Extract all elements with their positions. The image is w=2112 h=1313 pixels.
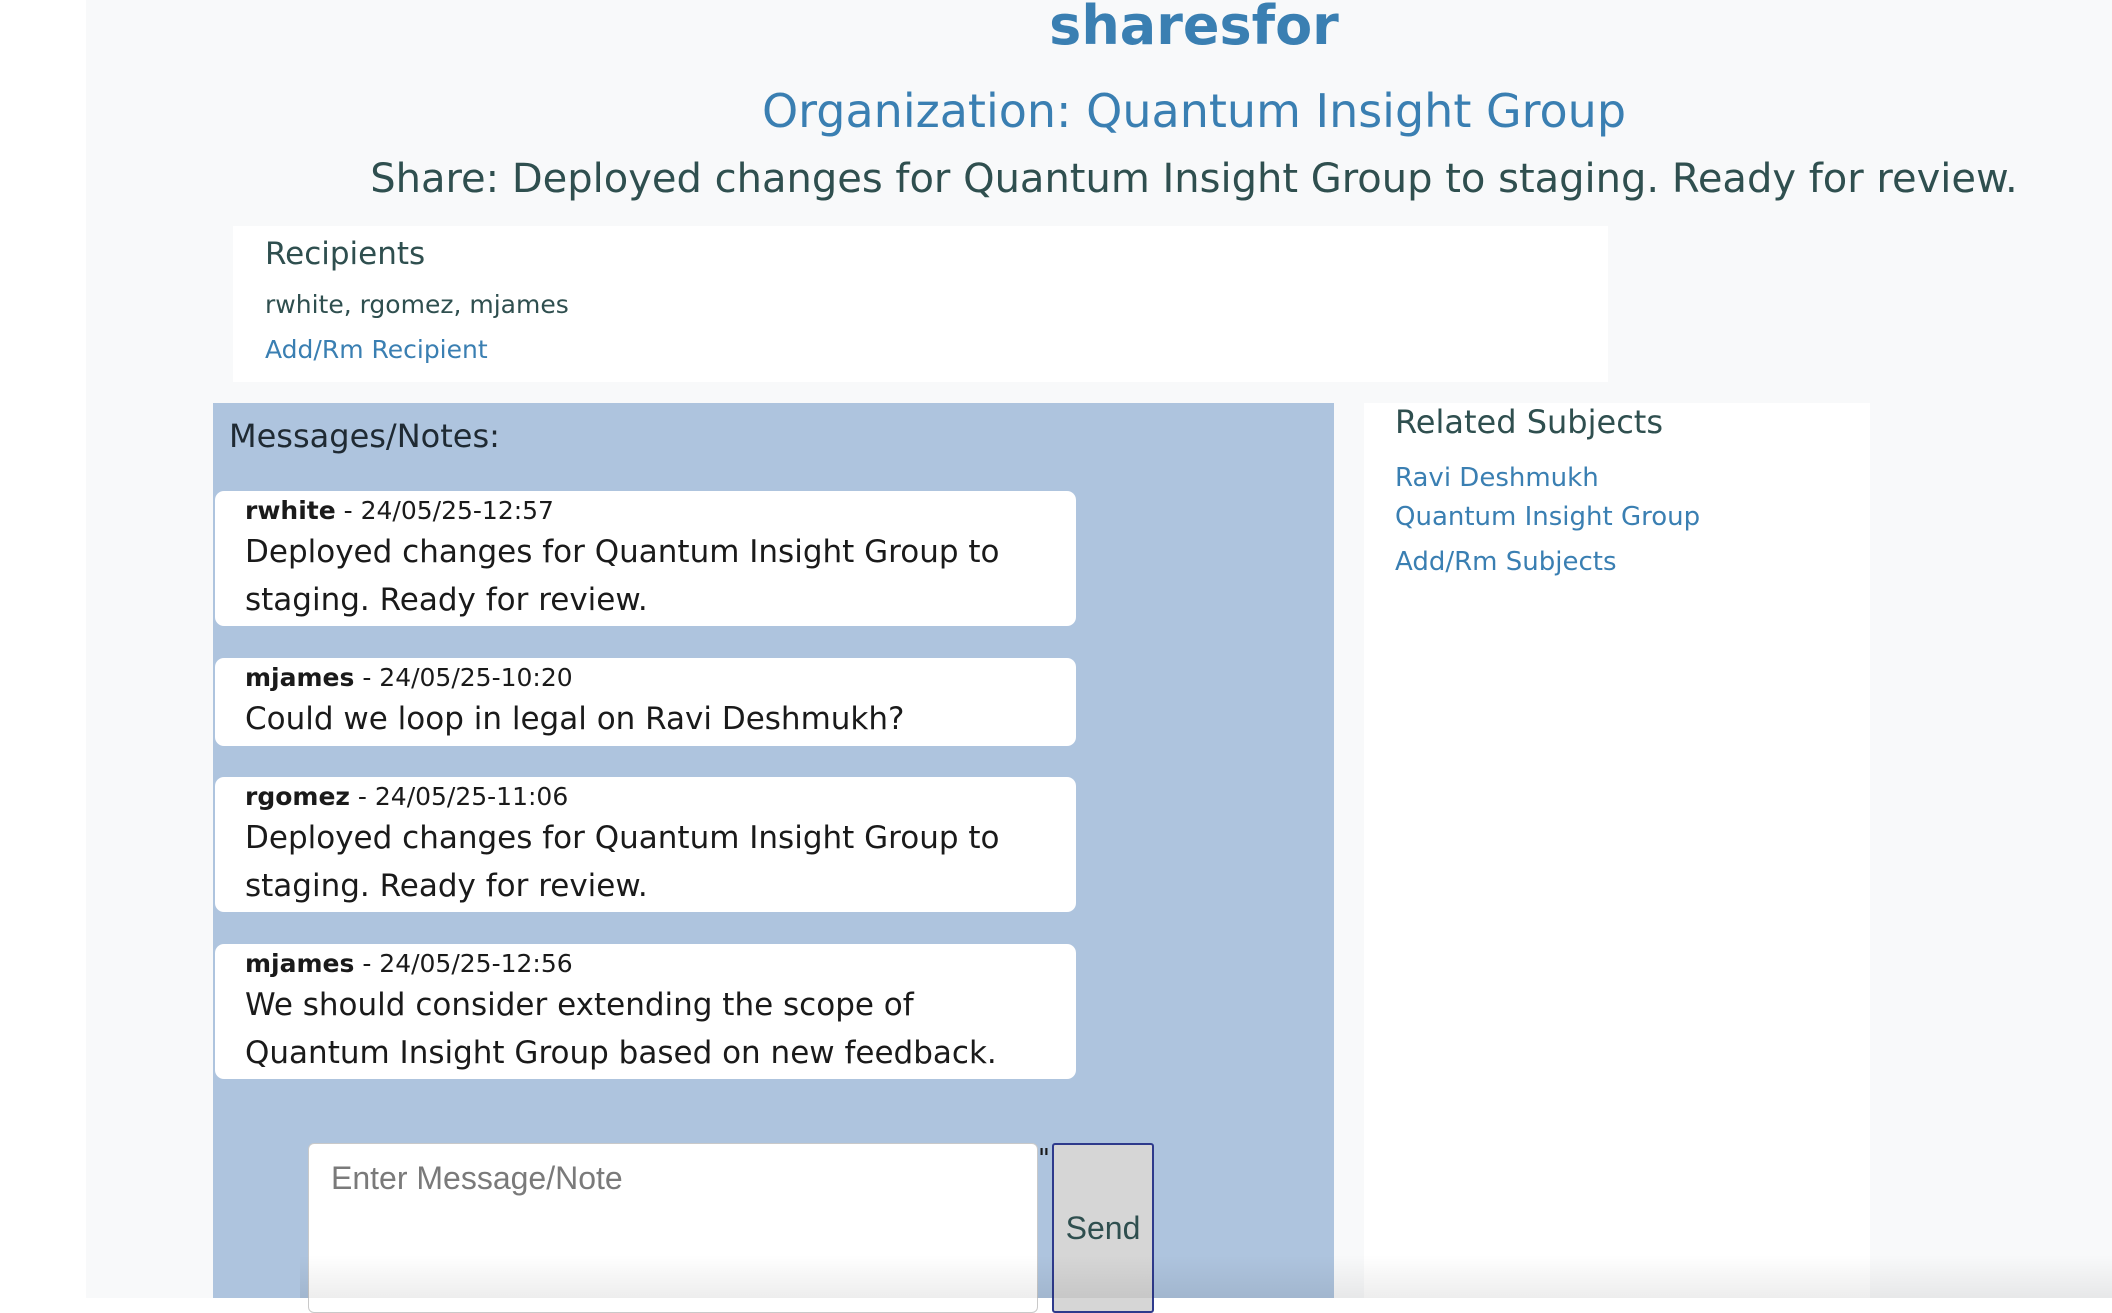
message-author: mjames [245, 663, 355, 692]
subject-link[interactable]: Quantum Insight Group [1395, 502, 1700, 532]
message-author: rwhite [245, 496, 336, 525]
message-card: mjames - 24/05/25-12:56 We should consid… [215, 944, 1076, 1079]
message-meta: rgomez - 24/05/25-11:06 [245, 780, 1046, 814]
message-text: We should consider extending the scope o… [245, 987, 997, 1071]
add-recipient-link[interactable]: Add/Rm Recipient [265, 335, 488, 364]
message-timestamp: - 24/05/25-12:57 [335, 496, 554, 525]
message-input[interactable] [308, 1143, 1038, 1313]
message-card: mjames - 24/05/25-10:20 Could we loop in… [215, 658, 1076, 746]
message-text: Could we loop in legal on Ravi Deshmukh? [245, 701, 905, 737]
message-meta: rwhite - 24/05/25-12:57 [245, 494, 1046, 528]
recipients-list: rwhite, rgomez, mjames [265, 290, 569, 319]
message-timestamp: - 24/05/25-10:20 [354, 663, 573, 692]
messages-heading: Messages/Notes: [229, 417, 500, 455]
add-subjects-link[interactable]: Add/Rm Subjects [1395, 547, 1617, 577]
app-title: sharesfor [1049, 0, 1339, 57]
message-meta: mjames - 24/05/25-12:56 [245, 947, 1046, 981]
organization-title: Organization: Quantum Insight Group [761, 84, 1627, 138]
related-subjects-heading: Related Subjects [1395, 403, 1663, 441]
message-timestamp: - 24/05/25-11:06 [349, 782, 569, 811]
message-author: rgomez [245, 782, 350, 811]
message-text: Deployed changes for Quantum Insight Gro… [245, 820, 1000, 904]
send-button[interactable]: Send [1052, 1143, 1154, 1313]
subject-link[interactable]: Ravi Deshmukh [1395, 463, 1599, 493]
related-subjects-panel: Related Subjects Ravi Deshmukh Quantum I… [1364, 403, 1870, 1298]
share-title: Share: Deployed changes for Quantum Insi… [370, 156, 2018, 202]
messages-panel: Messages/Notes: rwhite - 24/05/25-12:57 … [213, 403, 1334, 1313]
stray-quote-char: " [1038, 1144, 1050, 1174]
message-author: mjames [245, 949, 355, 978]
message-card: rwhite - 24/05/25-12:57 Deployed changes… [215, 491, 1076, 626]
recipients-heading: Recipients [265, 236, 426, 272]
message-meta: mjames - 24/05/25-10:20 [245, 661, 1046, 695]
message-text: Deployed changes for Quantum Insight Gro… [245, 534, 1000, 618]
message-timestamp: - 24/05/25-12:56 [354, 949, 573, 978]
recipients-panel: Recipients rwhite, rgomez, mjames Add/Rm… [233, 226, 1608, 382]
message-card: rgomez - 24/05/25-11:06 Deployed changes… [215, 777, 1076, 912]
